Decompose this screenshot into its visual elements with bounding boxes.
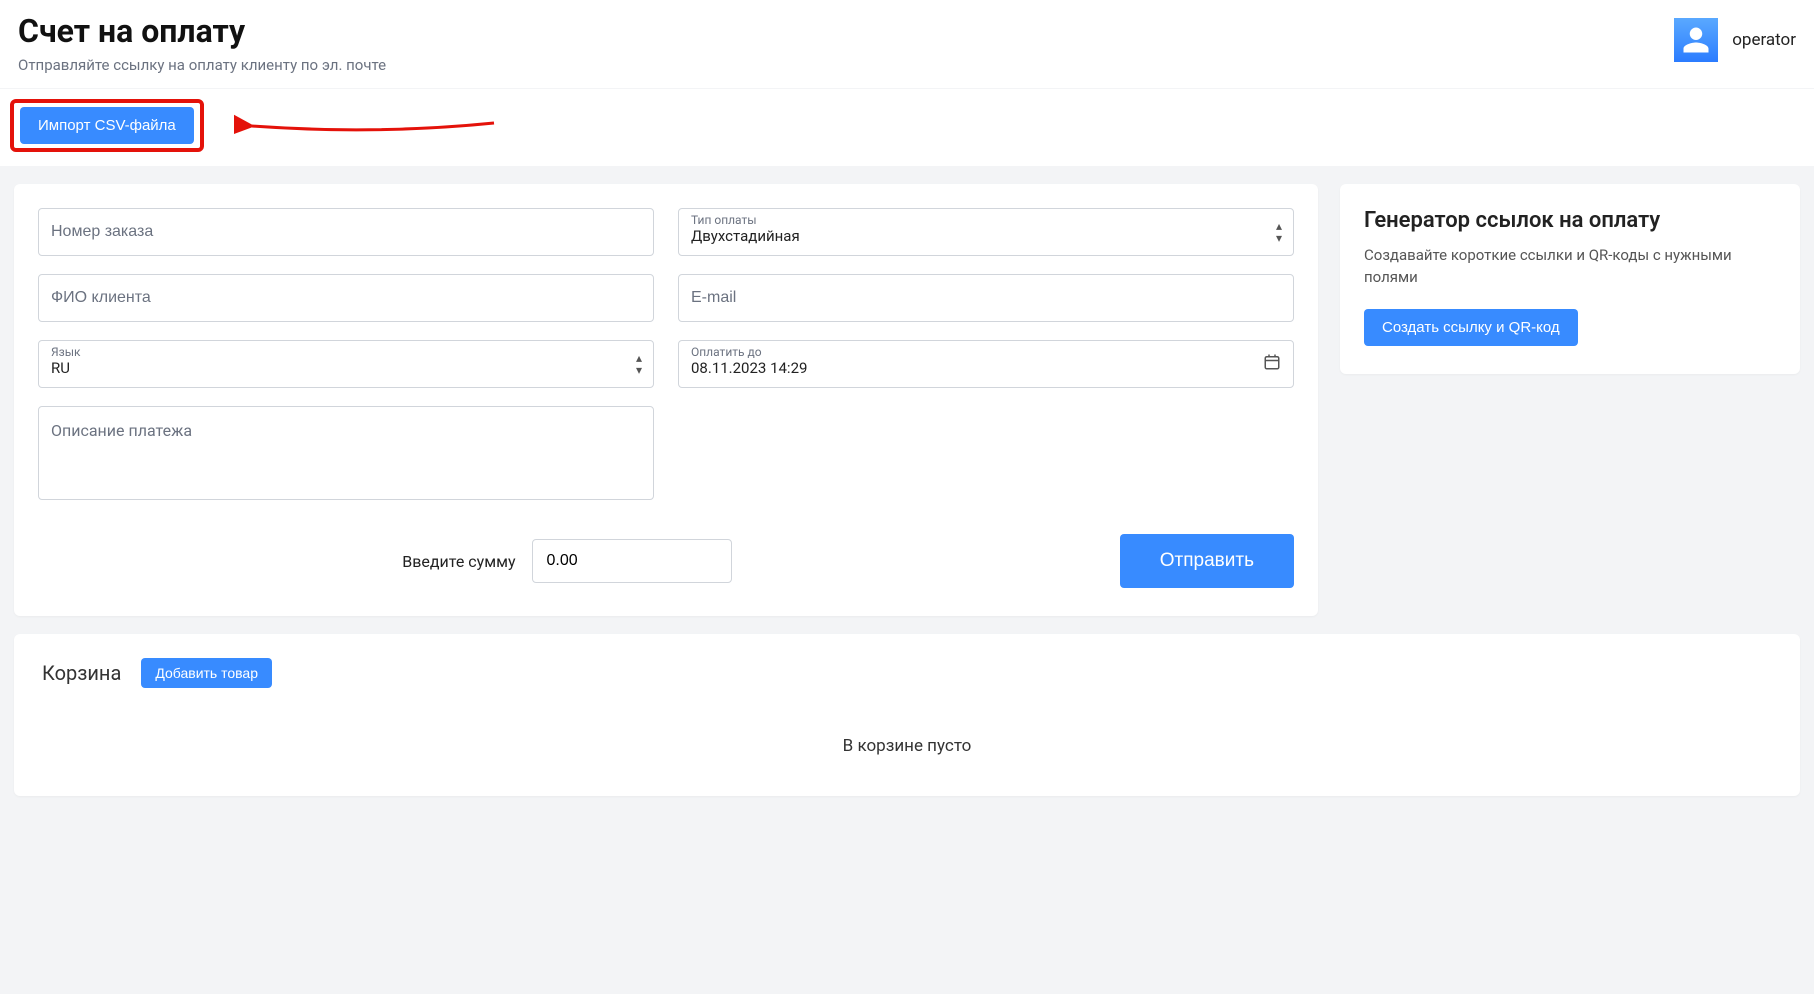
basket-panel: Корзина Добавить товар В корзине пусто <box>14 634 1800 796</box>
page-subtitle: Отправляйте ссылку на оплату клиенту по … <box>18 56 386 74</box>
import-csv-button[interactable]: Импорт CSV-файла <box>20 107 194 144</box>
form-grid: Тип оплаты Двухстадийная ▴▾ Язык RU ▴▾ О… <box>38 208 1294 500</box>
basket-empty-text: В корзине пусто <box>42 736 1772 756</box>
pay-until-field[interactable]: Оплатить до 08.11.2023 14:29 <box>678 340 1294 388</box>
username-label: operator <box>1732 30 1796 50</box>
order-number-input[interactable] <box>39 209 653 255</box>
header-right: operator <box>1674 12 1796 62</box>
email-field[interactable] <box>678 274 1294 322</box>
import-highlight-box: Импорт CSV-файла <box>10 99 204 152</box>
payment-type-value: Двухстадийная <box>679 227 1293 251</box>
toolbar: Импорт CSV-файла <box>0 88 1814 166</box>
annotation-arrow-icon <box>234 111 504 141</box>
invoice-form-panel: Тип оплаты Двухстадийная ▴▾ Язык RU ▴▾ О… <box>14 184 1318 616</box>
client-name-field[interactable] <box>38 274 654 322</box>
order-number-field[interactable] <box>38 208 654 256</box>
amount-group: Введите сумму <box>402 539 731 583</box>
payment-type-label: Тип оплаты <box>679 209 1293 227</box>
basket-title: Корзина <box>42 661 121 685</box>
amount-input[interactable] <box>532 539 732 583</box>
link-generator-text: Создавайте короткие ссылки и QR-коды с н… <box>1364 245 1776 289</box>
add-product-button[interactable]: Добавить товар <box>141 658 272 688</box>
user-icon <box>1681 25 1711 55</box>
language-select[interactable]: Язык RU ▴▾ <box>38 340 654 388</box>
description-textarea[interactable] <box>39 407 653 495</box>
basket-header: Корзина Добавить товар <box>42 658 1772 688</box>
pay-until-label: Оплатить до <box>679 341 1293 359</box>
email-input[interactable] <box>679 275 1293 321</box>
link-generator-title: Генератор ссылок на оплату <box>1364 208 1776 233</box>
header-left: Счет на оплату Отправляйте ссылку на опл… <box>18 12 386 74</box>
chevron-updown-icon: ▴▾ <box>1276 220 1281 244</box>
content-area: Тип оплаты Двухстадийная ▴▾ Язык RU ▴▾ О… <box>0 166 1814 634</box>
amount-row: Введите сумму Отправить <box>38 534 1294 588</box>
language-value: RU <box>39 359 653 383</box>
calendar-icon <box>1263 353 1281 375</box>
page-header: Счет на оплату Отправляйте ссылку на опл… <box>0 0 1814 88</box>
create-link-button[interactable]: Создать ссылку и QR-код <box>1364 309 1578 346</box>
amount-label: Введите сумму <box>402 552 515 571</box>
description-field[interactable] <box>38 406 654 500</box>
page-title: Счет на оплату <box>18 12 386 50</box>
language-label: Язык <box>39 341 653 359</box>
link-generator-panel: Генератор ссылок на оплату Создавайте ко… <box>1340 184 1800 374</box>
client-name-input[interactable] <box>39 275 653 321</box>
send-button[interactable]: Отправить <box>1120 534 1294 588</box>
payment-type-select[interactable]: Тип оплаты Двухстадийная ▴▾ <box>678 208 1294 256</box>
pay-until-value: 08.11.2023 14:29 <box>679 359 1293 383</box>
chevron-updown-icon: ▴▾ <box>636 352 641 376</box>
user-avatar[interactable] <box>1674 18 1718 62</box>
